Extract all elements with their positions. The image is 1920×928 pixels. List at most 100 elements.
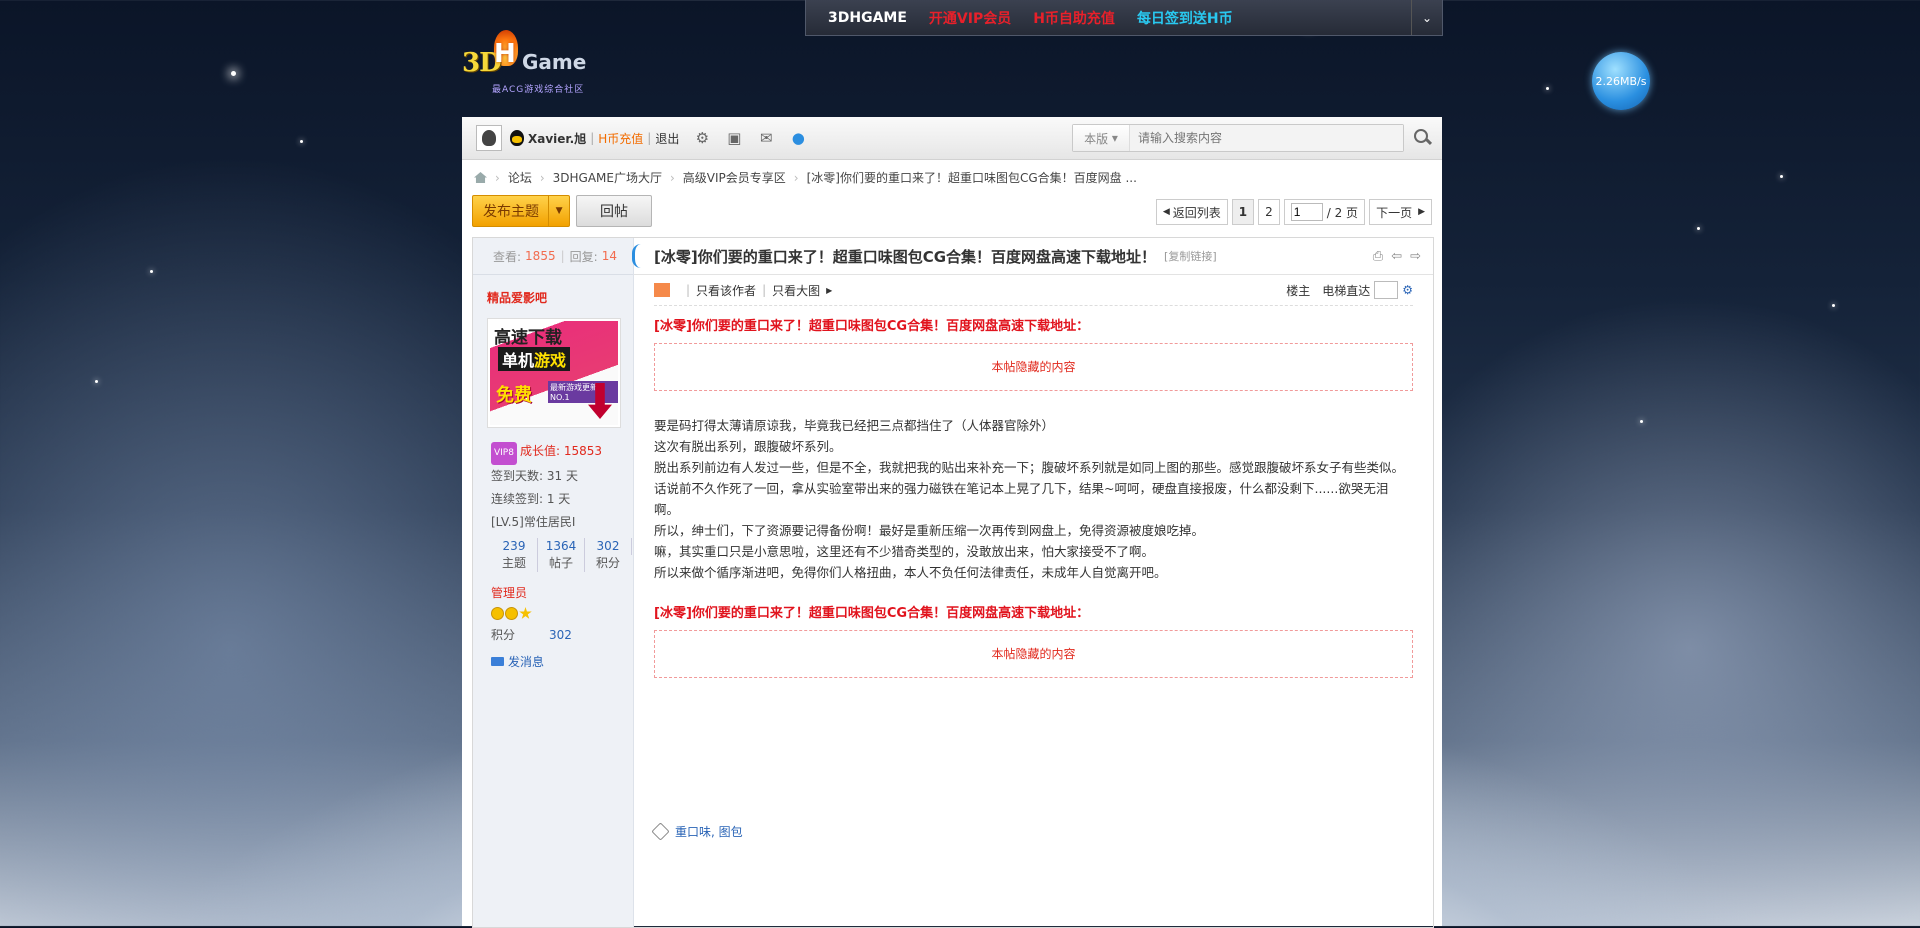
logo-text-game: Game bbox=[522, 50, 587, 74]
replies-count: 14 bbox=[601, 249, 617, 263]
send-message-label: 发消息 bbox=[508, 655, 545, 669]
back-to-list-button[interactable]: ◀ 返回列表 bbox=[1155, 199, 1228, 225]
only-author-link[interactable]: 只看该作者 bbox=[696, 282, 756, 299]
post-paragraph: 话说前不久作死了一回，拿从实验室带出来的强力磁铁在笔记本上晃了几下，结果~呵呵，… bbox=[654, 481, 1389, 517]
next-thread-icon[interactable]: ⇨ bbox=[1410, 249, 1421, 264]
star bbox=[1780, 175, 1783, 178]
triangle-left-icon: ◀ bbox=[1162, 207, 1170, 217]
stat-posts[interactable]: 1364 帖子 bbox=[538, 538, 585, 572]
lightbulb-icon[interactable]: ● bbox=[789, 129, 807, 147]
views-count: 1855 bbox=[525, 249, 556, 263]
logo-text-h: H bbox=[494, 39, 516, 69]
breadcrumb-forum[interactable]: 论坛 bbox=[508, 169, 532, 186]
star bbox=[1640, 420, 1643, 423]
user-avatar[interactable] bbox=[476, 125, 502, 151]
author-avatar[interactable]: 高速下载 单机游戏 免费 最新游戏更新NO.1 bbox=[487, 318, 621, 428]
reply-label: 回帖 bbox=[600, 204, 628, 220]
breadcrumb: › 论坛 › 3DHGAME广场大厅 › 高级VIP会员专享区 › [冰零]你们… bbox=[474, 169, 1137, 186]
sun-icon bbox=[505, 607, 518, 620]
triangle-right-icon: ▶ bbox=[826, 285, 833, 295]
site-logo[interactable]: 3D H Game 最ACG游戏综合社区 bbox=[462, 30, 602, 95]
hidden-content-label: 本帖隐藏的内容 bbox=[991, 646, 1076, 661]
views-label: 查看: bbox=[493, 249, 522, 264]
top-nav-bar: 3DHGAME 开通VIP会员 H币自助充值 每日签到送H币 ⌄ bbox=[805, 0, 1443, 36]
avatar-text-game-word: 游戏 bbox=[534, 351, 567, 370]
username-link[interactable]: Xavier.旭 bbox=[528, 130, 586, 147]
page-jump-input[interactable] bbox=[1290, 203, 1323, 221]
recharge-link[interactable]: H币充值 bbox=[598, 130, 643, 147]
stat-topics[interactable]: 239 主题 bbox=[491, 538, 538, 572]
logo-subtitle: 最ACG游戏综合社区 bbox=[492, 85, 585, 95]
post-title: [冰零]你们要的重口来了！超重口味图包CG合集！百度网盘高速下载地址！ bbox=[654, 247, 1157, 266]
post-container: 查看: 1855 | 回复: 14 精品爱影吧 高速下载 单机游戏 免费 最新游戏更… bbox=[472, 237, 1434, 928]
star bbox=[1546, 87, 1549, 90]
search-input[interactable] bbox=[1130, 125, 1403, 151]
search-scope-label: 本版 bbox=[1084, 131, 1109, 146]
content-title: [冰零]你们要的重口来了！超重口味图包CG合集！百度网盘高速下载地址： bbox=[654, 606, 1090, 621]
avatar-text-badge: 最新游戏更新NO.1 bbox=[548, 381, 618, 403]
rank-icons bbox=[491, 607, 633, 620]
user-info: Xavier.旭 | H币充值 | 退出 bbox=[510, 130, 679, 147]
next-page-button[interactable]: 下一页 ▶ bbox=[1369, 199, 1432, 225]
star bbox=[1832, 304, 1835, 307]
stat-points[interactable]: 302 积分 bbox=[585, 538, 632, 572]
search-box: 本版 ▾ bbox=[1072, 124, 1404, 152]
breadcrumb-vip[interactable]: 高级VIP会员专享区 bbox=[683, 169, 786, 186]
tag-links[interactable]: 重口味, 图包 bbox=[675, 823, 743, 840]
prev-thread-icon[interactable]: ⇦ bbox=[1391, 249, 1402, 264]
home-icon[interactable] bbox=[474, 172, 487, 183]
qq-icon bbox=[510, 130, 524, 146]
avatar-text-download: 高速下载 bbox=[494, 328, 562, 348]
post-title-bar: [冰零]你们要的重口来了！超重口味图包CG合集！百度网盘高速下载地址！ [复制链… bbox=[632, 238, 1433, 275]
post-tags: 重口味, 图包 bbox=[651, 822, 743, 841]
sign-streak: 连续签到: 1 天 bbox=[491, 492, 571, 506]
new-topic-label: 发布主题 bbox=[483, 204, 539, 220]
avatar-text-free: 免费 bbox=[496, 385, 532, 406]
replies-label: 回复: bbox=[569, 249, 598, 264]
triangle-down-icon[interactable]: ▼ bbox=[548, 196, 569, 226]
page-1-button[interactable]: 1 bbox=[1231, 199, 1255, 225]
gear-icon[interactable]: ⚙ bbox=[693, 129, 711, 147]
network-speed-widget[interactable]: 2.26MB/s bbox=[1592, 52, 1650, 110]
main-panel: Xavier.旭 | H币充值 | 退出 ⚙ ▣ ✉ ● 本版 ▾ › 论坛 ›… bbox=[462, 117, 1442, 928]
stat-topics-num: 239 bbox=[491, 538, 538, 555]
elevator-input[interactable] bbox=[1374, 281, 1399, 299]
top-link-checkin[interactable]: 每日签到送H币 bbox=[1137, 8, 1233, 28]
send-message-link[interactable]: 发消息 bbox=[491, 653, 633, 670]
breadcrumb-thread[interactable]: [冰零]你们要的重口来了！超重口味图包CG合集！百度网盘 ... bbox=[807, 169, 1137, 186]
author-bar: | 只看该作者 | 只看大图 ▶ 楼主 电梯直达 ⚙ bbox=[654, 275, 1413, 306]
elevator: 电梯直达 ⚙ bbox=[1322, 281, 1413, 299]
logout-link[interactable]: 退出 bbox=[655, 130, 679, 147]
top-link-vip[interactable]: 开通VIP会员 bbox=[929, 8, 1011, 28]
print-icon[interactable]: ⎙ bbox=[1373, 249, 1383, 264]
star bbox=[150, 270, 153, 273]
breadcrumb-hall[interactable]: 3DHGAME广场大厅 bbox=[553, 169, 662, 186]
mail-icon[interactable]: ✉ bbox=[757, 129, 775, 147]
hidden-content-box: 本帖隐藏的内容 bbox=[654, 343, 1413, 391]
stat-points-label: 积分 bbox=[595, 556, 620, 570]
floor-label: 楼主 bbox=[1286, 283, 1311, 298]
sign-days: 签到天数: 31 天 bbox=[491, 469, 578, 483]
stat-posts-num: 1364 bbox=[538, 538, 585, 555]
star bbox=[1697, 227, 1700, 230]
new-topic-button[interactable]: 发布主题 ▼ bbox=[472, 195, 570, 227]
search-icon[interactable] bbox=[1414, 129, 1432, 147]
wrench-icon[interactable]: ⚙ bbox=[1402, 283, 1413, 297]
page-2-button[interactable]: 2 bbox=[1258, 199, 1280, 225]
top-link-recharge[interactable]: H币自助充值 bbox=[1033, 8, 1115, 28]
post-paragraph: 所以，绅士们，下了资源要记得备份啊！最好是重新压缩一次再传到网盘上，免得资源被度… bbox=[654, 523, 1205, 538]
post-paragraphs: 要是码打得太薄请原谅我，毕竟我已经把三点都挡住了（人体器官除外） 这次有脱出系列… bbox=[654, 415, 1413, 583]
chevron-down-icon[interactable]: ⌄ bbox=[1411, 0, 1442, 35]
image-icon[interactable]: ▣ bbox=[725, 129, 743, 147]
post-paragraph: 要是码打得太薄请原谅我，毕竟我已经把三点都挡住了（人体器官除外） bbox=[654, 418, 1055, 433]
stat-posts-label: 帖子 bbox=[548, 556, 573, 570]
reply-button[interactable]: 回帖 bbox=[576, 195, 652, 227]
search-scope-select[interactable]: 本版 ▾ bbox=[1073, 125, 1130, 151]
author-name[interactable]: 精品爱影吧 bbox=[487, 289, 633, 306]
points-label: 积分 bbox=[491, 628, 516, 642]
stat-points-num: 302 bbox=[585, 538, 632, 555]
big-image-link[interactable]: 只看大图 bbox=[772, 282, 820, 299]
hidden-content-box: 本帖隐藏的内容 bbox=[654, 630, 1413, 678]
top-link-3dhgame[interactable]: 3DHGAME bbox=[828, 10, 907, 26]
copy-link[interactable]: [复制链接] bbox=[1164, 248, 1217, 264]
